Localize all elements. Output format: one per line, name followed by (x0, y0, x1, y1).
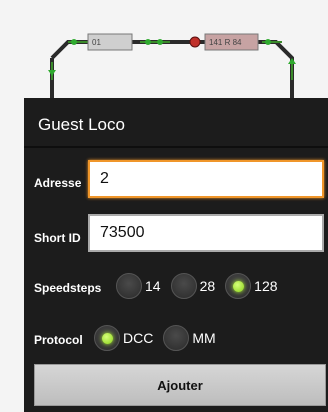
speedsteps-radio-group: 14 28 128 (116, 273, 288, 299)
dialog-title: Guest Loco (38, 115, 125, 134)
add-button[interactable]: Ajouter (34, 364, 326, 406)
signal-icon (145, 39, 151, 45)
protocol-label: Protocol (34, 333, 83, 347)
signal-red-icon (189, 36, 201, 48)
speedsteps-label: Speedsteps (34, 281, 102, 295)
block-label: 01 (92, 38, 101, 47)
address-input[interactable] (88, 160, 324, 198)
radio-selected-dot (101, 332, 113, 344)
radio-selected-dot (232, 280, 244, 292)
speedsteps-radio-28[interactable]: 28 (170, 273, 215, 299)
protocol-radio-dcc[interactable]: DCC (94, 325, 153, 351)
guest-loco-dialog: Guest Loco Adresse Short ID Speedsteps 1… (24, 98, 328, 412)
radio-button[interactable] (170, 273, 197, 299)
direction-arrow-icon (48, 70, 56, 76)
block-label: 141 R 84 (209, 38, 242, 47)
signal-icon (265, 39, 271, 45)
signal-icon (71, 39, 77, 45)
address-label: Adresse (34, 176, 82, 190)
radio-button-selected[interactable] (225, 273, 252, 299)
protocol-radio-mm[interactable]: MM (163, 325, 216, 351)
signal-icon (157, 39, 163, 45)
radio-button-selected[interactable] (94, 325, 120, 351)
speedsteps-radio-14[interactable]: 14 (116, 273, 161, 299)
protocol-radio-group: DCC MM (94, 325, 226, 351)
radio-button[interactable] (163, 325, 190, 351)
direction-arrow-icon (288, 58, 296, 64)
speedsteps-radio-128[interactable]: 128 (225, 273, 278, 299)
short-id-input[interactable] (88, 214, 324, 252)
title-divider (24, 146, 328, 148)
radio-button[interactable] (116, 273, 142, 299)
short-id-label: Short ID (34, 231, 81, 245)
